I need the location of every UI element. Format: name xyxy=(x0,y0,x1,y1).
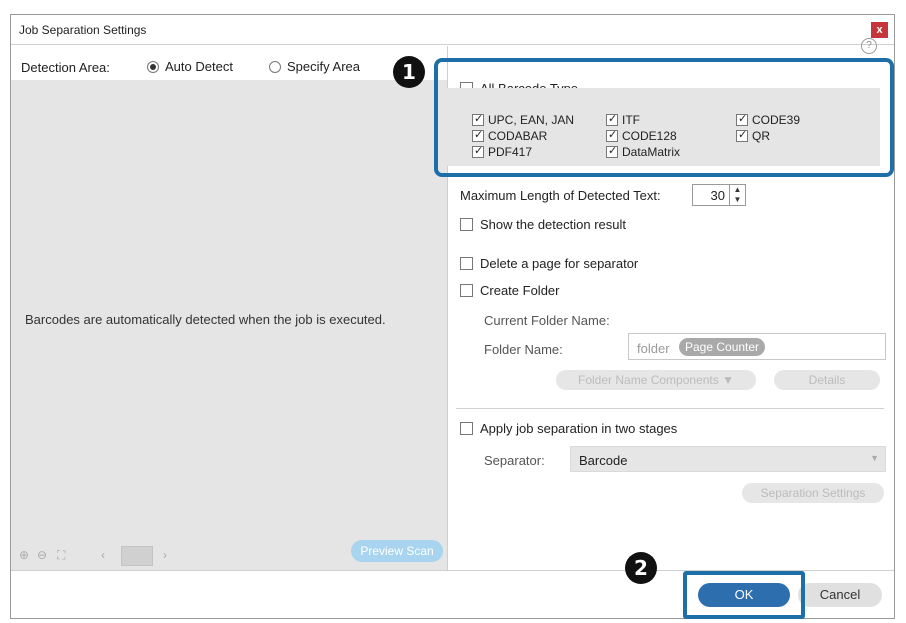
two-stage-label: Apply job separation in two stages xyxy=(480,421,678,436)
page-counter-chip[interactable]: Page Counter xyxy=(679,338,766,356)
details-button[interactable]: Details xyxy=(774,370,880,390)
preview-area: Barcodes are automatically detected when… xyxy=(11,80,447,540)
max-length-value: 30 xyxy=(710,188,725,203)
folder-name-label: Folder Name: xyxy=(484,342,563,357)
stepper-arrows-icon[interactable]: ▲ ▼ xyxy=(729,185,745,205)
prev-page-icon[interactable]: ‹ xyxy=(101,548,105,562)
checkbox-unchecked-icon xyxy=(460,218,473,231)
specify-area-label: Specify Area xyxy=(287,59,360,74)
auto-detect-radio[interactable]: Auto Detect xyxy=(147,59,233,74)
callout-badge-1: 1 xyxy=(393,56,425,88)
max-length-label: Maximum Length of Detected Text: xyxy=(460,188,661,203)
folder-name-field[interactable]: folder Page Counter xyxy=(628,333,886,360)
preview-message: Barcodes are automatically detected when… xyxy=(25,312,386,327)
create-folder-label: Create Folder xyxy=(480,283,560,298)
separator-select[interactable]: Barcode ▼ xyxy=(570,446,886,472)
detection-area-header: Detection Area: Auto Detect Specify Area xyxy=(11,46,447,80)
zoom-in-icon[interactable]: ⊕ xyxy=(19,548,29,562)
callout-badge-2: 2 xyxy=(625,552,657,584)
title-bar: Job Separation Settings x xyxy=(11,15,894,45)
checkbox-unchecked-icon xyxy=(460,422,473,435)
delete-page-checkbox[interactable]: Delete a page for separator xyxy=(460,256,638,271)
section-divider xyxy=(456,408,884,409)
ok-callout-highlight xyxy=(683,571,805,619)
chevron-down-icon: ▼ xyxy=(870,453,879,463)
folder-name-prefix: folder xyxy=(637,341,670,356)
max-length-stepper[interactable]: 30 ▲ ▼ xyxy=(692,184,746,206)
help-icon[interactable]: ? xyxy=(861,38,877,54)
separator-label: Separator: xyxy=(484,453,545,468)
separation-settings-button[interactable]: Separation Settings xyxy=(742,483,884,503)
show-result-label: Show the detection result xyxy=(480,217,626,232)
current-folder-label: Current Folder Name: xyxy=(484,313,610,328)
specify-area-radio[interactable]: Specify Area xyxy=(269,59,360,74)
dialog-title: Job Separation Settings xyxy=(19,23,147,37)
fit-page-icon[interactable]: ⛶ xyxy=(57,548,65,563)
checkbox-unchecked-icon xyxy=(460,284,473,297)
separator-value: Barcode xyxy=(579,453,628,468)
cancel-button[interactable]: Cancel xyxy=(798,583,882,607)
barcode-callout-highlight xyxy=(434,58,894,177)
next-page-icon[interactable]: › xyxy=(163,548,167,562)
detection-area-label: Detection Area: xyxy=(21,60,110,75)
radio-selected-icon xyxy=(147,60,159,73)
two-stage-checkbox[interactable]: Apply job separation in two stages xyxy=(460,421,677,436)
show-result-checkbox[interactable]: Show the detection result xyxy=(460,217,626,232)
auto-detect-label: Auto Detect xyxy=(165,59,233,74)
radio-unselected-icon xyxy=(269,60,281,73)
folder-name-components-button[interactable]: Folder Name Components ▼ xyxy=(556,370,756,390)
create-folder-checkbox[interactable]: Create Folder xyxy=(460,283,559,298)
close-icon[interactable]: x xyxy=(871,22,888,38)
checkbox-unchecked-icon xyxy=(460,257,473,270)
delete-page-label: Delete a page for separator xyxy=(480,256,639,271)
preview-scan-button[interactable]: Preview Scan xyxy=(351,540,443,562)
zoom-out-icon[interactable]: ⊖ xyxy=(37,548,47,562)
page-number-field[interactable] xyxy=(121,546,153,566)
